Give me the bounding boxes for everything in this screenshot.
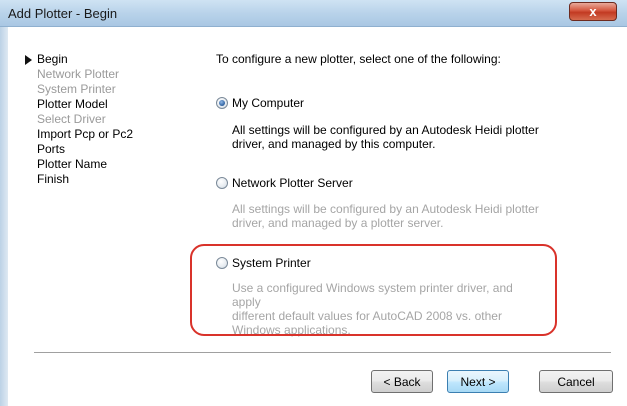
radio-my-computer[interactable] [216, 97, 228, 109]
nav-step-label: Plotter Model [37, 97, 108, 111]
nav-step-label: Import Pcp or Pc2 [37, 127, 134, 141]
current-step-arrow-icon [25, 55, 32, 65]
option-label[interactable]: Network Plotter Server [232, 176, 353, 190]
window-frame-edge [0, 27, 8, 406]
option-label[interactable]: My Computer [232, 96, 304, 110]
nav-step-label: Begin [37, 52, 68, 66]
title-bar[interactable]: Add Plotter - Begin x [0, 0, 627, 27]
instruction-text: To configure a new plotter, select one o… [216, 52, 501, 66]
option-description: All settings will be configured by an Au… [232, 202, 542, 230]
window-title: Add Plotter - Begin [8, 6, 118, 21]
nav-step-label: Finish [37, 172, 70, 186]
description-line: driver, and managed by this computer. [232, 137, 436, 151]
nav-step-label: Network Plotter [37, 67, 120, 81]
description-line: All settings will be configured by an Au… [232, 202, 539, 216]
option-description: All settings will be configured by an Au… [232, 123, 542, 151]
close-icon: x [589, 4, 597, 19]
button-separator [34, 352, 611, 354]
annotation-highlight-circle [190, 244, 557, 336]
nav-step-label: Plotter Name [37, 157, 108, 171]
add-plotter-dialog: Add Plotter - Begin x Begin Network Plot… [0, 0, 627, 406]
next-button[interactable]: Next > [447, 370, 509, 393]
nav-step-label: System Printer [37, 82, 116, 96]
nav-step-label: Ports [37, 142, 66, 156]
description-line: All settings will be configured by an Au… [232, 123, 539, 137]
cancel-button[interactable]: Cancel [539, 370, 613, 393]
radio-network-plotter-server[interactable] [216, 177, 228, 189]
description-line: driver, and managed by a plotter server. [232, 216, 444, 230]
close-button[interactable]: x [569, 2, 617, 21]
back-button[interactable]: < Back [371, 370, 433, 393]
nav-step-label: Select Driver [37, 112, 106, 126]
